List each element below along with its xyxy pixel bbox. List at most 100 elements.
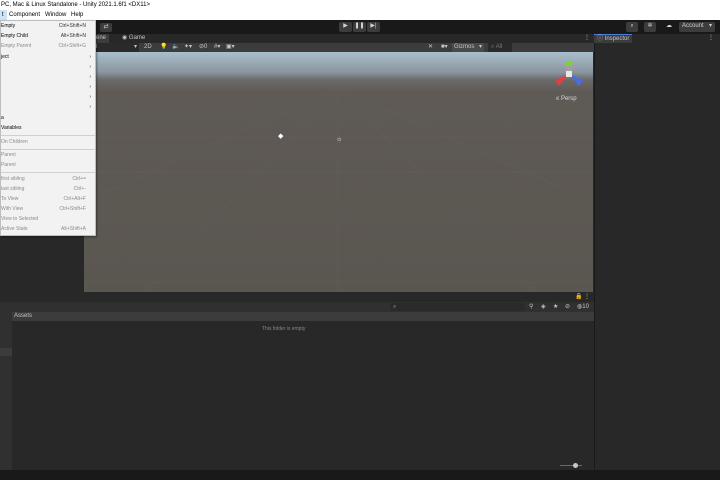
chevron-down-icon: ▾ <box>708 23 712 29</box>
inspector-panel <box>594 34 720 470</box>
menu-item-label: last sibling <box>1 186 25 192</box>
chevron-down-icon: ▾ <box>478 44 482 50</box>
gizmos-dropdown[interactable]: Gizmos ▾ <box>452 43 484 52</box>
menu-item-center-on-children[interactable]: On Children <box>1 137 95 147</box>
empty-folder-message: This folder is empty <box>262 326 306 332</box>
asset-size-bar <box>12 462 594 470</box>
menu-item-label: ject <box>1 54 9 60</box>
menu-item-create-empty[interactable]: Empty Ctrl+Shift+N <box>1 21 95 31</box>
chevron-right-icon: › <box>89 74 91 80</box>
menu-separator <box>1 135 95 136</box>
more-options-icon[interactable]: ⋮ <box>584 293 590 301</box>
scene-viewport[interactable]: ◆ ☼ ≤ Persp <box>84 52 593 292</box>
menu-item-clear-parent[interactable]: Parent <box>1 160 95 170</box>
filter-type-icon[interactable]: ⚲ <box>529 303 533 311</box>
account-dropdown[interactable]: Account ▾ <box>679 22 715 32</box>
lighting-icon[interactable]: 💡 <box>160 43 167 51</box>
services-icon[interactable]: ✲ <box>644 22 656 32</box>
menu-item-camera[interactable]: a <box>1 113 95 123</box>
effects-icon[interactable]: ✦▾ <box>184 43 192 51</box>
game-icon: ◉ <box>122 35 129 41</box>
camera-icon[interactable]: ▣▾ <box>226 43 235 51</box>
folder-tree-selected[interactable] <box>0 348 12 356</box>
chevron-down-icon: ▾ <box>133 44 137 50</box>
hidden-count[interactable]: ◍10 <box>577 303 589 311</box>
gizmos-label: Gizmos <box>454 44 475 50</box>
menu-item-submenu-2d[interactable]: › <box>1 62 95 72</box>
menu-item-visual-scripting-variables[interactable]: Variables <box>1 123 95 133</box>
grid-icon[interactable]: #▾ <box>214 43 220 51</box>
menu-item-create-empty-parent[interactable]: Empty Parent Ctrl+Shift+G <box>1 41 95 51</box>
menu-window[interactable]: Window <box>45 10 66 20</box>
menu-item-3d-object[interactable]: ject › <box>1 52 95 62</box>
inspector-icon: ⓘ <box>597 36 605 42</box>
tab-game[interactable]: ◉ Game <box>122 34 152 43</box>
menu-help[interactable]: Help <box>71 10 83 20</box>
menu-item-shortcut: Ctrl+- <box>73 186 86 192</box>
menu-item-submenu-audio[interactable]: › <box>1 92 95 102</box>
gameobject-menu: Empty Ctrl+Shift+N Empty Child Alt+Shift+N… <box>0 20 96 236</box>
menu-item-label: With View <box>1 206 24 212</box>
inspector-more-icon[interactable]: ⋮ <box>708 34 718 43</box>
scene-toolbar: ded▾ 2D 💡 🔈 ✦▾ ⊘0 #▾ ▣▾ ✕ ■▾ Gizmos▾ ⌕ A… <box>84 43 594 52</box>
persp-text: Persp <box>560 96 577 102</box>
audio-icon[interactable]: 🔈 <box>172 43 179 51</box>
menu-item-move-to-view[interactable]: To View Ctrl+Alt+F <box>1 194 95 204</box>
hidden-count-value: 10 <box>582 304 589 310</box>
chevron-right-icon: › <box>89 54 91 60</box>
menu-item-align-with-view[interactable]: With View Ctrl+Shift+F <box>1 204 95 214</box>
menu-item-align-view-to-selected[interactable]: View to Selected <box>1 214 95 224</box>
camera-gizmo-icon[interactable]: ◆ <box>278 133 286 140</box>
menu-item-label: Parent <box>1 162 16 168</box>
lock-icon[interactable]: 🔒 <box>575 293 582 301</box>
cloud-icon[interactable]: ☁ <box>662 22 676 32</box>
camera-settings-icon[interactable]: ■▾ <box>441 43 448 51</box>
menu-item-submenu-light[interactable]: › <box>1 82 95 92</box>
main-toolbar: ⇄ ▶ ❚❚ ▶| ⌕ ✲ ☁ Account ▾ <box>0 20 720 34</box>
status-bar <box>0 470 720 480</box>
asset-grid[interactable]: This folder is empty <box>12 321 594 462</box>
chevron-right-icon: › <box>89 94 91 100</box>
asset-size-slider-track[interactable] <box>560 465 582 466</box>
orientation-gizmo[interactable] <box>551 60 587 94</box>
menu-item-set-last-sibling[interactable]: last sibling Ctrl+- <box>1 184 95 194</box>
ground-grid <box>84 87 593 292</box>
hidden-objects-icon[interactable]: ⊘0 <box>199 43 207 51</box>
asset-size-slider-thumb[interactable] <box>573 463 578 468</box>
pause-button[interactable]: ❚❚ <box>353 22 366 32</box>
more-options-icon[interactable]: ⋮ <box>584 34 592 43</box>
menu-item-make-parent[interactable]: Parent <box>1 150 95 160</box>
gizmo-search-field[interactable]: ⌕ All <box>488 43 512 52</box>
menu-item-submenu-effects[interactable]: › <box>1 72 95 82</box>
light-gizmo-icon[interactable]: ☼ <box>336 136 342 143</box>
tab-inspector[interactable]: ⓘ Inspector <box>594 34 632 43</box>
menu-item-label: Variables <box>1 125 22 131</box>
perspective-label[interactable]: ≤ Persp <box>556 95 586 103</box>
project-search-input[interactable]: ⌕ <box>390 303 525 311</box>
menu-item-set-first-sibling[interactable]: first sibling Ctrl+= <box>1 174 95 184</box>
collab-icon[interactable]: ⇄ <box>100 23 112 32</box>
assets-label[interactable]: Assets <box>14 313 32 319</box>
search-icon[interactable]: ⌕ <box>626 22 638 32</box>
gizmo-search-text: All <box>495 44 503 50</box>
project-toolbar: ⌕ ⚲ ◈ ★ ⊘ ◍10 <box>0 302 594 312</box>
menu-item-shortcut: Ctrl+= <box>72 176 86 182</box>
visibility-icon[interactable]: ⊘ <box>565 303 570 311</box>
tools-icon[interactable]: ✕ <box>428 43 433 51</box>
menu-item-toggle-active-state[interactable]: Active State Alt+Shift+A <box>1 224 95 234</box>
menu-item-create-empty-child[interactable]: Empty Child Alt+Shift+N <box>1 31 95 41</box>
menu-item-submenu-ui[interactable]: › <box>1 102 95 112</box>
menu-item-shortcut: Ctrl+Shift+N <box>58 23 86 29</box>
menu-component[interactable]: Component <box>9 10 40 20</box>
menu-gameobject[interactable]: t <box>0 10 7 20</box>
filter-label-icon[interactable]: ◈ <box>541 303 546 311</box>
play-button[interactable]: ▶ <box>339 22 352 32</box>
menu-item-shortcut: Ctrl+Alt+F <box>63 196 86 202</box>
chevron-right-icon: › <box>89 64 91 70</box>
favorite-icon[interactable]: ★ <box>553 303 558 311</box>
step-button[interactable]: ▶| <box>367 22 380 32</box>
scene-tabs: Scene ◉ Game ⋮ <box>84 34 594 43</box>
project-folder-tree <box>0 312 12 470</box>
menu-item-label: Empty Parent <box>1 43 32 49</box>
mode-2d-toggle[interactable]: 2D <box>144 43 154 52</box>
